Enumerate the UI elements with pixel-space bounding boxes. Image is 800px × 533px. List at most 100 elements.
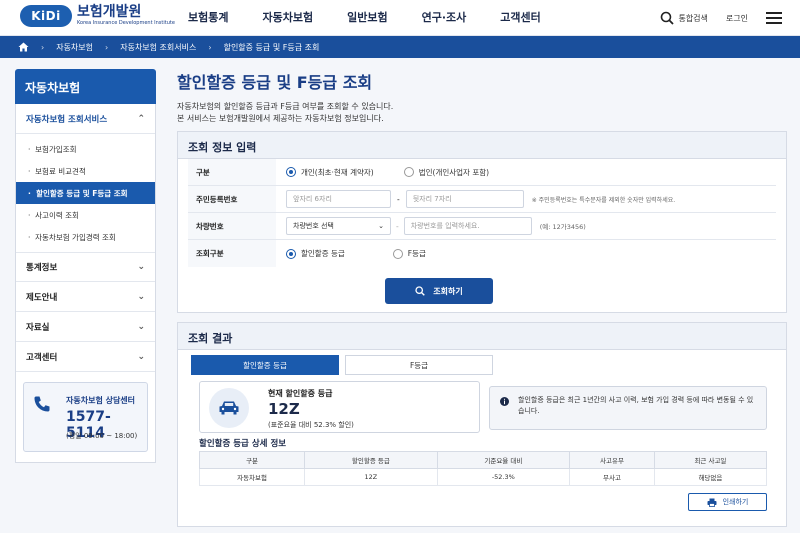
car-number-input[interactable]: 차량번호를 입력하세요. <box>403 217 532 235</box>
contact-title: 자동차보험 상담센터 <box>66 396 136 405</box>
menu-icon[interactable] <box>766 9 782 27</box>
table-header: 사고유무 <box>569 451 655 469</box>
submit-query-button[interactable]: 조회하기 <box>385 278 493 304</box>
sidebar-section-stats[interactable]: 통계정보 ⌄ <box>16 252 155 282</box>
radio-individual[interactable]: 개인(최초·현재 계약자) <box>286 167 374 178</box>
chevron-down-icon: ⌄ <box>137 291 145 302</box>
chevron-down-icon: ⌄ <box>378 222 384 230</box>
form-row-query-type: 조회구분 할인할증 등급 F등급 <box>188 240 776 267</box>
info-icon <box>500 397 509 406</box>
radio-unchecked-icon <box>403 167 414 177</box>
sidebar-section-lookup[interactable]: 자동차보험 조회서비스 ⌃ <box>16 104 155 134</box>
page-title: 할인할증 등급 및 F등급 조회 <box>177 73 373 92</box>
info-notice: 할인할증 등급은 최근 1년간의 사고 이력, 보험 가입 경력 등에 따라 변… <box>489 386 767 430</box>
sidebar-section-library[interactable]: 자료실 ⌄ <box>16 312 155 342</box>
sidebar-item-subscription-history[interactable]: · 자동차보험 가입경력 조회 <box>16 226 155 248</box>
breadcrumb-item[interactable]: 자동차보험 조회서비스 <box>120 42 196 53</box>
chevron-right-icon: › <box>105 42 109 52</box>
chevron-down-icon: ⌄ <box>137 321 145 332</box>
detail-title: 할인할증 등급 상세 정보 <box>199 439 287 449</box>
breadcrumb: › 자동차보험 › 자동차보험 조회서비스 › 할인할증 등급 및 F등급 조회 <box>0 36 800 58</box>
search-icon[interactable] <box>660 11 675 25</box>
sidebar-submenu: · 보험가입조회 · 보험료 비교견적 · 할인할증 등급 및 F등급 조회 ·… <box>16 134 155 252</box>
table-cell: -52.3% <box>436 468 571 486</box>
logo-subtitle: Korea Insurance Development Institute <box>77 20 175 26</box>
radio-grade[interactable]: 할인할증 등급 <box>286 248 345 259</box>
query-form-panel: 조회 정보 입력 구분 개인(최초·현재 계약자) 법인(개인사업자 포함) 주… <box>177 131 787 313</box>
grade-label: 현재 할인할증 등급 <box>268 389 333 398</box>
sidebar-title: 자동차보험 <box>15 69 156 104</box>
chevron-down-icon: ⌄ <box>137 351 145 362</box>
sidebar-section-system[interactable]: 제도안내 ⌄ <box>16 282 155 312</box>
table-header: 할인할증 등급 <box>304 451 438 469</box>
logo-name: 보험개발원 <box>77 4 142 20</box>
chevron-right-icon: › <box>41 42 45 52</box>
sidebar-item-premium-compare[interactable]: · 보험료 비교견적 <box>16 160 155 182</box>
radio-corporate[interactable]: 법인(개인사업자 포함) <box>403 167 489 178</box>
chevron-down-icon: ⌄ <box>137 262 145 272</box>
result-tabs: 할인할증 등급 F등급 <box>191 355 493 375</box>
table-cell: 무사고 <box>569 468 655 486</box>
form-row-rrn: 주민등록번호 앞자리 6자리 - 뒷자리 7자리 ※ 주민등록번호는 특수문자를… <box>188 186 776 213</box>
logo[interactable]: KiDi 보험개발원 Korea Insurance Development I… <box>20 5 175 27</box>
radio-checked-icon <box>286 167 296 177</box>
rrn-front-input[interactable]: 앞자리 6자리 <box>286 190 391 208</box>
table-header: 구분 <box>198 451 306 469</box>
table-header-row: 구분 할인할증 등급 기준요율 대비 사고유무 최근 사고일 <box>198 451 768 469</box>
radio-f-grade[interactable]: F등급 <box>392 248 426 259</box>
breadcrumb-current[interactable]: 할인할증 등급 및 F등급 조회 <box>224 42 320 53</box>
nav-auto-insurance[interactable]: 자동차보험 <box>262 0 313 36</box>
grade-note: (표준요율 대비 52.3% 할인) <box>268 421 354 429</box>
table-row: 자동차보험 12Z -52.3% 무사고 해당없음 <box>198 468 768 486</box>
chevron-right-icon: › <box>208 42 212 52</box>
page-description: 자동차보험의 할인할증 등급과 F등급 여부를 조회할 수 있습니다. 본 서비… <box>177 102 394 123</box>
rrn-back-input[interactable]: 뒷자리 7자리 <box>405 190 524 208</box>
form-row-car: 차량번호 차량번호 선택 ⌄ - 차량번호를 입력하세요. (예: 12가345… <box>188 213 776 240</box>
grade-value: 12Z <box>268 400 300 418</box>
sidebar-item-accident-history[interactable]: · 사고이력 조회 <box>16 204 155 226</box>
breadcrumb-item[interactable]: 자동차보험 <box>56 42 93 53</box>
rrn-hint: ※ 주민등록번호는 특수문자를 제외한 숫자만 입력하세요. <box>531 196 676 204</box>
nav-customer-center[interactable]: 고객센터 <box>500 0 540 36</box>
result-title: 조회 결과 <box>178 323 786 350</box>
table-cell: 자동차보험 <box>198 468 306 486</box>
phone-icon <box>34 396 50 412</box>
contact-hours: (평일 09:00 ~ 18:00) <box>66 432 138 440</box>
nav-general-insurance[interactable]: 일반보험 <box>347 0 387 36</box>
result-panel: 조회 결과 할인할증 등급 F등급 현재 할인할증 등급 12Z (표준요율 대… <box>177 322 787 527</box>
chevron-up-icon: ⌃ <box>137 113 145 124</box>
sidebar-item-insurance-lookup[interactable]: · 보험가입조회 <box>16 138 155 160</box>
login-link[interactable]: 로그인 <box>726 13 748 24</box>
radio-unchecked-icon <box>392 248 403 259</box>
nav-insurance-stats[interactable]: 보험통계 <box>188 0 228 36</box>
radio-checked-icon <box>286 248 296 259</box>
car-number-select[interactable]: 차량번호 선택 ⌄ <box>286 217 391 235</box>
main-nav: 보험통계 자동차보험 일반보험 연구·조사 고객센터 <box>188 0 575 36</box>
sidebar-item-grade-lookup[interactable]: · 할인할증 등급 및 F등급 조회 <box>16 182 155 204</box>
logo-badge: KiDi <box>20 5 72 27</box>
form-title: 조회 정보 입력 <box>178 132 786 159</box>
grade-card: 현재 할인할증 등급 12Z (표준요율 대비 52.3% 할인) <box>199 381 480 433</box>
table-cell: 해당없음 <box>653 468 768 486</box>
search-icon <box>415 286 426 296</box>
printer-icon <box>707 498 717 507</box>
form-row-type: 구분 개인(최초·현재 계약자) 법인(개인사업자 포함) <box>188 159 776 186</box>
site-header: KiDi 보험개발원 Korea Insurance Development I… <box>0 0 800 36</box>
utility-menu: 통합검색 로그인 <box>660 0 782 36</box>
print-button[interactable]: 인쇄하기 <box>688 493 767 511</box>
car-example: (예: 12가3456) <box>539 223 586 231</box>
main-content: 할인할증 등급 및 F등급 조회 자동차보험의 할인할증 등급과 F등급 여부를… <box>177 69 787 527</box>
sidebar-section-customer[interactable]: 고객센터 ⌄ <box>16 342 155 372</box>
nav-research[interactable]: 연구·조사 <box>422 0 467 36</box>
sidebar: 자동차보험 자동차보험 조회서비스 ⌃ · 보험가입조회 · 보험료 비교견적 … <box>15 69 156 463</box>
tab-grade[interactable]: 할인할증 등급 <box>191 355 339 375</box>
integrated-search-link[interactable]: 통합검색 <box>678 13 707 24</box>
table-cell: 12Z <box>304 468 438 486</box>
table-header: 기준요율 대비 <box>436 451 571 469</box>
table-header: 최근 사고일 <box>653 451 768 469</box>
car-icon <box>219 401 239 415</box>
contact-center-box: 자동차보험 상담센터 1577-5114 (평일 09:00 ~ 18:00) <box>23 382 148 452</box>
tab-f-grade[interactable]: F등급 <box>345 355 493 375</box>
home-icon[interactable] <box>18 42 29 52</box>
result-table: 구분 할인할증 등급 기준요율 대비 사고유무 최근 사고일 자동차보험 12Z… <box>198 451 768 486</box>
